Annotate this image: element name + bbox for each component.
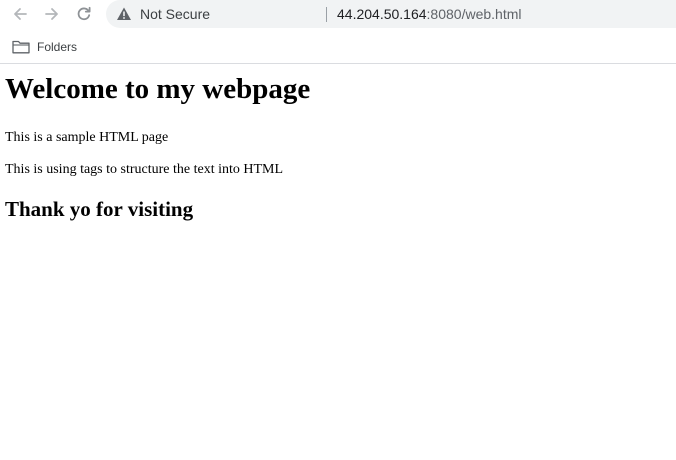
address-bar[interactable]: Not Secure 44.204.50.164:8080/web.html — [106, 0, 676, 28]
bookmark-label: Folders — [37, 40, 78, 54]
arrow-right-icon — [45, 8, 58, 20]
reload-icon — [77, 6, 91, 21]
browser-toolbar: Not Secure 44.204.50.164:8080/web.html — [0, 0, 676, 29]
paragraph-intro: This is a sample HTML page — [5, 130, 169, 145]
security-status-label[interactable]: Not Secure — [140, 5, 210, 23]
url-host: 44.204.50.164 — [337, 6, 427, 22]
page-heading: Welcome to my webpage — [5, 73, 311, 105]
folder-icon — [12, 40, 30, 54]
forward-button[interactable] — [41, 4, 63, 24]
page-content: Welcome to my webpage This is a sample H… — [0, 65, 676, 460]
page-subheading: Thank yo for visiting — [5, 197, 194, 221]
url-text[interactable]: 44.204.50.164:8080/web.html — [337, 5, 521, 23]
warning-triangle-icon[interactable] — [116, 6, 132, 22]
arrow-left-icon — [14, 8, 27, 20]
paragraph-tags: This is using tags to structure the text… — [5, 162, 284, 177]
bookmark-folders[interactable]: Folders — [8, 37, 77, 57]
url-path: :8080/web.html — [426, 6, 522, 22]
back-button[interactable] — [9, 4, 31, 24]
bookmarks-bar: Folders — [0, 30, 676, 64]
reload-button[interactable] — [73, 4, 95, 24]
omnibox-divider — [326, 7, 327, 22]
